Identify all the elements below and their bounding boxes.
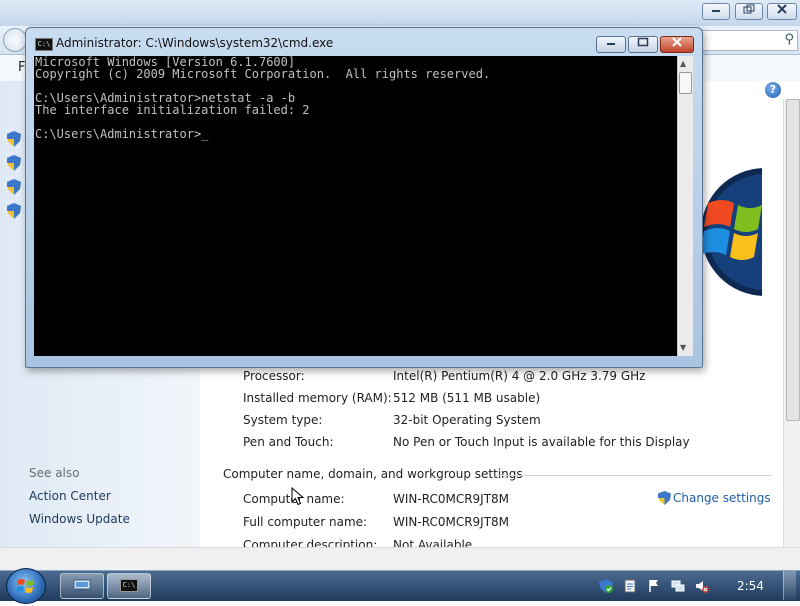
memory-label: Installed memory (RAM): <box>243 391 392 405</box>
shield-icon <box>7 203 21 219</box>
text-cursor: _ <box>201 127 209 141</box>
cmd-app-icon[interactable]: C:\ <box>35 38 53 51</box>
system-maximize-button[interactable] <box>735 3 763 20</box>
close-icon <box>777 4 787 14</box>
processor-value: Intel(R) Pentium(R) 4 @ 2.0 GHz 3.79 GHz <box>393 369 646 383</box>
pen-touch-value: No Pen or Touch Input is available for t… <box>393 435 690 449</box>
shield-icon <box>7 179 21 195</box>
change-settings-label: Change settings <box>673 491 771 505</box>
cmd-taskbar-icon: C:\ <box>120 579 138 592</box>
minimize-icon <box>712 10 720 12</box>
system-type-value: 32-bit Operating System <box>393 413 541 427</box>
action-center-flag-icon[interactable] <box>599 579 613 593</box>
console-output[interactable]: Microsoft Windows [Version 6.1.7600] Cop… <box>34 56 677 356</box>
clock[interactable]: 2:54 <box>737 579 764 593</box>
taskbar: C:\ 2:54 <box>0 568 800 604</box>
shield-icon <box>7 155 21 171</box>
cmd-close-button[interactable] <box>660 36 694 53</box>
cmd-scrollbar[interactable]: ▲ ▼ <box>677 56 693 356</box>
show-desktop-button[interactable] <box>783 571 796 600</box>
cmd-scroll-thumb[interactable] <box>679 72 692 94</box>
see-also-heading: See also <box>29 466 80 480</box>
close-icon <box>672 37 682 47</box>
console-line: Copyright (c) 2009 Microsoft Corporation… <box>35 67 491 81</box>
cmd-maximize-button[interactable] <box>628 36 658 53</box>
scroll-up-icon[interactable]: ▲ <box>680 59 686 68</box>
section-divider <box>495 475 772 476</box>
console-text: Microsoft Windows [Version 6.1.7600] Cop… <box>35 56 490 140</box>
cmd-minimize-button[interactable] <box>596 36 626 53</box>
memory-value: 512 MB (511 MB usable) <box>393 391 541 405</box>
flag-icon[interactable] <box>647 579 661 593</box>
console-line: The interface initialization failed: 2 <box>35 103 310 117</box>
network-icon[interactable] <box>671 579 685 593</box>
restore-icon <box>743 4 755 14</box>
windows-update-link[interactable]: Windows Update <box>29 512 130 526</box>
shield-icon <box>658 491 671 505</box>
processor-label: Processor: <box>243 369 305 383</box>
mouse-cursor-icon <box>291 487 305 506</box>
volume-muted-icon[interactable] <box>695 579 709 593</box>
start-button[interactable] <box>6 568 46 604</box>
system-window-titlebar[interactable] <box>0 0 800 27</box>
help-icon[interactable]: ? <box>765 82 781 98</box>
cmd-window[interactable]: C:\ Administrator: C:\Windows\system32\c… <box>25 27 703 368</box>
system-minimize-button[interactable] <box>702 3 730 20</box>
pen-touch-label: Pen and Touch: <box>243 435 334 449</box>
system-close-button[interactable] <box>767 3 797 20</box>
console-prompt: C:\Users\Administrator> <box>35 127 202 141</box>
system-scroll-thumb[interactable] <box>786 99 800 421</box>
shield-icon <box>7 131 21 147</box>
taskbar-cmd[interactable]: C:\ <box>107 573 151 599</box>
back-button[interactable] <box>3 28 27 52</box>
system-type-label: System type: <box>243 413 323 427</box>
maximize-icon <box>637 37 649 47</box>
system-scrollbar[interactable] <box>783 99 800 547</box>
change-settings-link[interactable]: Change settings <box>658 491 771 505</box>
windows-logo <box>700 165 762 300</box>
full-computer-name-value: WIN-RC0MCR9JT8M <box>393 515 510 529</box>
search-icon: ⚲ <box>784 32 794 47</box>
computer-name-section-header: Computer name, domain, and workgroup set… <box>223 467 523 481</box>
document-icon[interactable] <box>623 579 637 593</box>
computer-icon <box>73 579 91 591</box>
search-input[interactable]: ⚲ <box>700 30 798 51</box>
minimize-icon <box>607 43 615 45</box>
full-computer-name-label: Full computer name: <box>243 515 368 529</box>
scroll-down-icon[interactable]: ▼ <box>680 343 686 352</box>
system-tray: 2:54 <box>595 571 800 601</box>
status-area <box>0 547 800 571</box>
computer-name-value: WIN-RC0MCR9JT8M <box>393 492 510 506</box>
action-center-link[interactable]: Action Center <box>29 489 111 503</box>
windows-logo-icon <box>16 579 34 593</box>
cmd-window-title: Administrator: C:\Windows\system32\cmd.e… <box>56 36 334 50</box>
taskbar-system-properties[interactable] <box>60 573 104 599</box>
